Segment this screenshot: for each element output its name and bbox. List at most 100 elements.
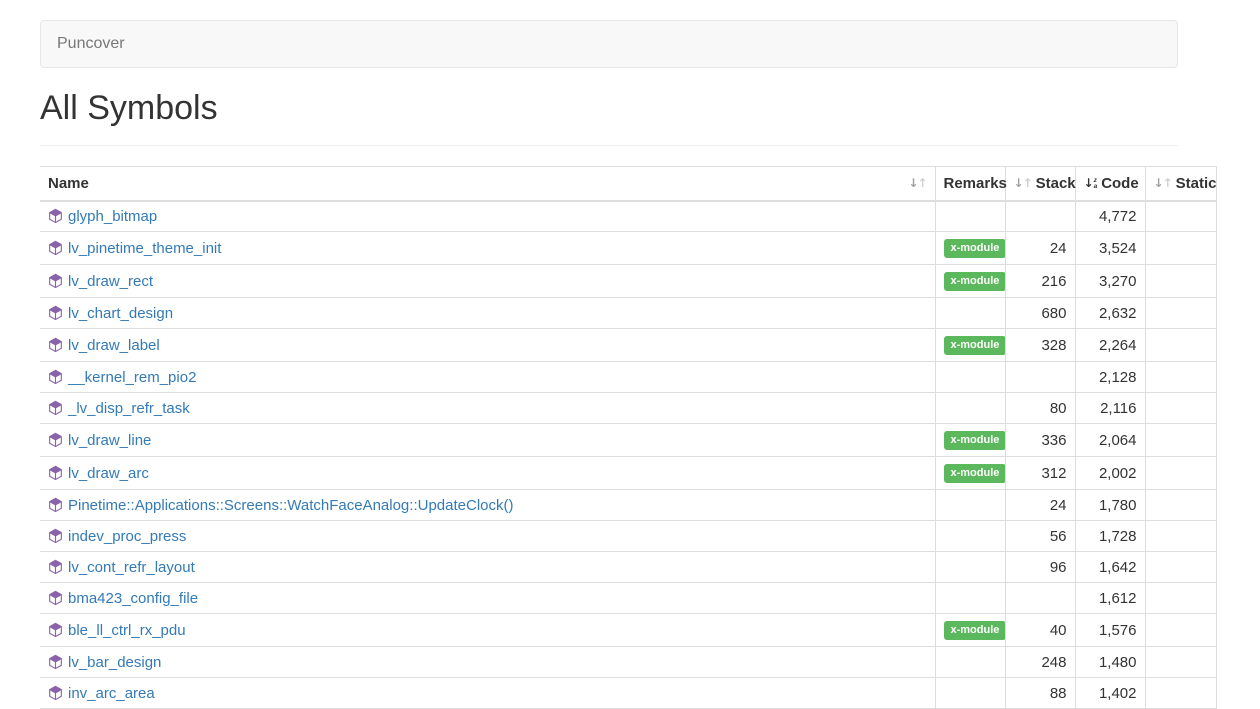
name-cell: lv_bar_design — [40, 647, 935, 678]
symbol-link[interactable]: bma423_config_file — [68, 590, 198, 607]
stack-cell: 24 — [1005, 490, 1075, 521]
sort-descending-za-icon[interactable]: ↓za — [1084, 177, 1098, 189]
code-cell: 2,264 — [1075, 329, 1145, 362]
stack-cell — [1005, 362, 1075, 393]
table-row: lv_draw_label x-module3282,264 — [40, 329, 1216, 362]
cube-icon — [48, 337, 63, 353]
column-header-code[interactable]: ↓za Code — [1075, 167, 1145, 201]
stack-cell: 40 — [1005, 614, 1075, 647]
cube-icon — [48, 622, 63, 638]
column-header-static[interactable]: ↓↑ Static — [1145, 167, 1216, 201]
cube-icon — [48, 685, 63, 701]
cube-icon — [48, 305, 63, 321]
stack-cell: 312 — [1005, 457, 1075, 490]
stack-cell: 216 — [1005, 265, 1075, 298]
static-cell — [1145, 232, 1216, 265]
symbol-link[interactable]: lv_draw_line — [68, 432, 151, 449]
table-row: _lv_disp_refr_task802,116 — [40, 393, 1216, 424]
symbol-link[interactable]: lv_draw_label — [68, 337, 160, 354]
stack-cell: 88 — [1005, 678, 1075, 709]
column-label-static: Static — [1176, 175, 1217, 192]
remarks-cell — [935, 583, 1005, 614]
cube-icon — [48, 273, 63, 289]
table-row: lv_draw_line x-module3362,064 — [40, 424, 1216, 457]
remarks-cell: x-module — [935, 232, 1005, 265]
code-cell: 1,612 — [1075, 583, 1145, 614]
code-cell: 1,480 — [1075, 647, 1145, 678]
static-cell — [1145, 362, 1216, 393]
remarks-cell — [935, 490, 1005, 521]
name-cell: lv_draw_rect — [40, 265, 935, 298]
symbol-link[interactable]: lv_cont_refr_layout — [68, 559, 195, 576]
column-header-remarks: Remarks — [935, 167, 1005, 201]
static-cell — [1145, 490, 1216, 521]
symbol-link[interactable]: __kernel_rem_pio2 — [68, 369, 196, 386]
x-module-badge: x-module — [944, 239, 1006, 258]
cube-icon — [48, 497, 63, 513]
symbol-link[interactable]: Pinetime::Applications::Screens::WatchFa… — [68, 497, 513, 514]
stack-cell: 328 — [1005, 329, 1075, 362]
stack-cell: 56 — [1005, 521, 1075, 552]
code-cell: 2,632 — [1075, 298, 1145, 329]
stack-cell: 248 — [1005, 647, 1075, 678]
name-cell: _lv_disp_refr_task — [40, 393, 935, 424]
symbol-link[interactable]: lv_pinetime_theme_init — [68, 240, 221, 257]
symbol-link[interactable]: lv_chart_design — [68, 305, 173, 322]
symbol-link[interactable]: lv_draw_rect — [68, 273, 153, 290]
static-cell — [1145, 583, 1216, 614]
page-header: All Symbols — [40, 88, 1178, 146]
symbol-link[interactable]: glyph_bitmap — [68, 208, 157, 225]
symbol-link[interactable]: inv_arc_area — [68, 685, 155, 702]
symbol-link[interactable]: lv_draw_arc — [68, 465, 149, 482]
symbol-link[interactable]: _lv_disp_refr_task — [68, 400, 190, 417]
cube-icon — [48, 528, 63, 544]
x-module-badge: x-module — [944, 621, 1006, 640]
stack-cell: 80 — [1005, 393, 1075, 424]
static-cell — [1145, 298, 1216, 329]
code-cell: 2,064 — [1075, 424, 1145, 457]
static-cell — [1145, 424, 1216, 457]
stack-cell: 24 — [1005, 232, 1075, 265]
sort-up-down-icon[interactable]: ↓↑ — [1014, 177, 1032, 189]
table-row: lv_chart_design6802,632 — [40, 298, 1216, 329]
static-cell — [1145, 329, 1216, 362]
stack-cell: 96 — [1005, 552, 1075, 583]
name-cell: glyph_bitmap — [40, 201, 935, 232]
table-row: glyph_bitmap4,772 — [40, 201, 1216, 232]
name-cell: __kernel_rem_pio2 — [40, 362, 935, 393]
name-cell: lv_pinetime_theme_init — [40, 232, 935, 265]
sort-up-down-icon[interactable]: ↓↑ — [1154, 177, 1172, 189]
remarks-cell — [935, 362, 1005, 393]
stack-cell: 336 — [1005, 424, 1075, 457]
remarks-cell — [935, 393, 1005, 424]
remarks-cell: x-module — [935, 329, 1005, 362]
static-cell — [1145, 647, 1216, 678]
cube-icon — [48, 400, 63, 416]
table-row: lv_pinetime_theme_initx-module243,524 — [40, 232, 1216, 265]
code-cell: 1,642 — [1075, 552, 1145, 583]
code-cell: 1,728 — [1075, 521, 1145, 552]
static-cell — [1145, 393, 1216, 424]
sort-up-down-icon[interactable]: ↓↑ — [908, 177, 926, 189]
remarks-cell: x-module — [935, 265, 1005, 298]
column-label-stack: Stack — [1036, 175, 1076, 192]
symbols-table: Name ↓↑ Remarks ↓↑ Stack ↓za Cod — [40, 166, 1217, 709]
remarks-cell: x-module — [935, 424, 1005, 457]
name-cell: lv_draw_arc — [40, 457, 935, 490]
name-cell: inv_arc_area — [40, 678, 935, 709]
remarks-cell: x-module — [935, 614, 1005, 647]
column-header-name[interactable]: Name ↓↑ — [40, 167, 935, 201]
static-cell — [1145, 201, 1216, 232]
cube-icon — [48, 208, 63, 224]
code-cell: 1,402 — [1075, 678, 1145, 709]
table-row: lv_draw_arcx-module3122,002 — [40, 457, 1216, 490]
navbar-brand[interactable]: Puncover — [41, 35, 141, 53]
remarks-cell: x-module — [935, 457, 1005, 490]
symbol-link[interactable]: indev_proc_press — [68, 528, 186, 545]
column-header-stack[interactable]: ↓↑ Stack — [1005, 167, 1075, 201]
static-cell — [1145, 265, 1216, 298]
symbol-link[interactable]: lv_bar_design — [68, 654, 161, 671]
symbol-link[interactable]: ble_ll_ctrl_rx_pdu — [68, 622, 186, 639]
page-title: All Symbols — [40, 88, 1178, 128]
code-cell: 3,270 — [1075, 265, 1145, 298]
